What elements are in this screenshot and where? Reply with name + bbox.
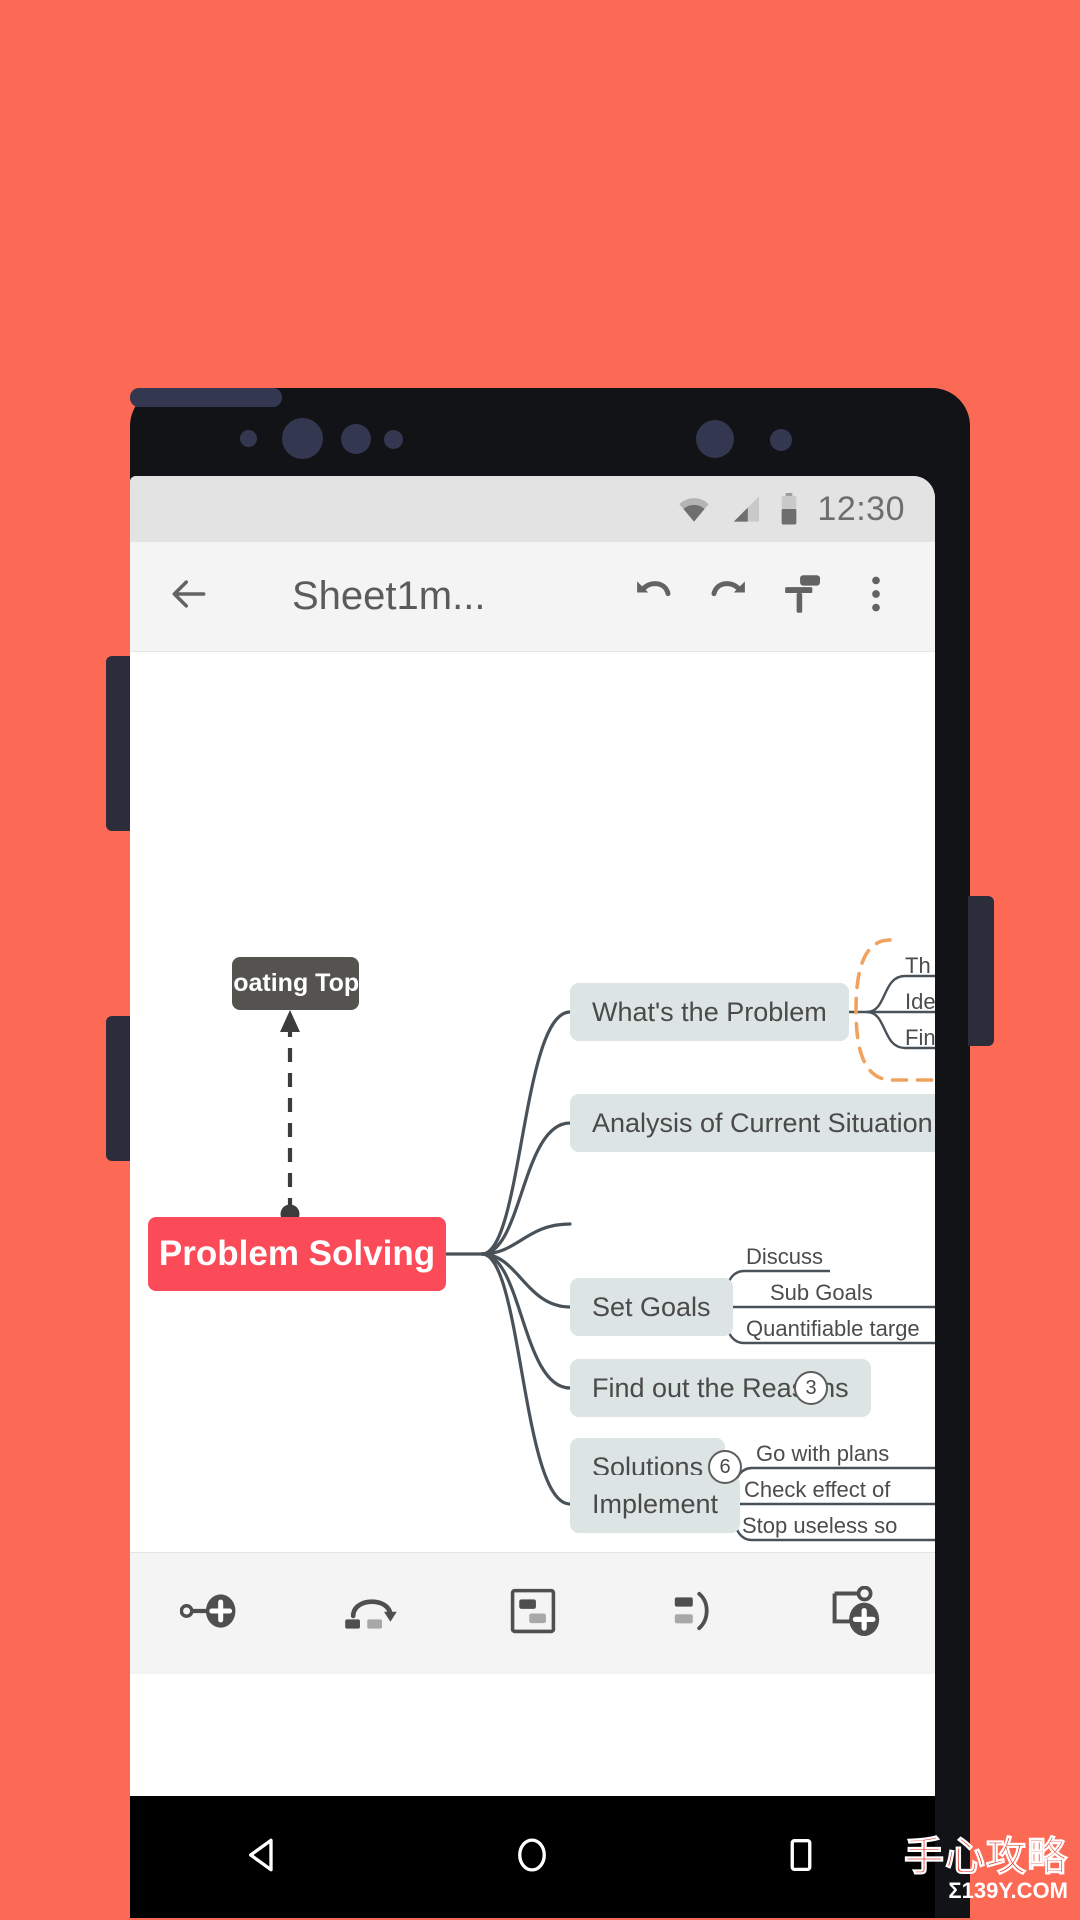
sensor-dot-icon (384, 430, 403, 449)
front-camera-icon (282, 418, 323, 459)
volume-down-button[interactable] (106, 1016, 132, 1161)
format-painter-icon (779, 571, 825, 622)
summary-bracket-icon (668, 1587, 720, 1640)
power-button[interactable] (968, 896, 994, 1046)
node-root-topic[interactable]: Problem Solving (148, 1217, 446, 1291)
sensor-dot-icon (770, 429, 792, 451)
node-branch-set-goals[interactable]: Set Goals (570, 1278, 733, 1336)
node-branch-whats-the-problem[interactable]: What's the Problem (570, 983, 849, 1041)
back-button[interactable] (152, 560, 226, 634)
leaf-label-problem-2[interactable]: Ide (905, 989, 935, 1015)
add-floating-topic-button[interactable] (800, 1568, 910, 1660)
mindmap-canvas[interactable]: Floating Topic Problem Solving What's th… (130, 652, 935, 1674)
leaf-label-problem-1[interactable]: Th (905, 953, 931, 979)
volume-up-button[interactable] (106, 656, 132, 831)
collapsed-count-badge-reasons[interactable]: 3 (794, 1371, 828, 1405)
sensor-dot-icon (240, 430, 257, 447)
app-toolbar: Sheet1m... (130, 542, 935, 652)
android-navigation-bar (130, 1796, 935, 1918)
leaf-label-implement-3[interactable]: Stop useless so (742, 1513, 897, 1539)
status-bar-clock: 12:30 (817, 489, 905, 528)
status-bar: 12:30 (130, 476, 935, 542)
back-arrow-icon (167, 572, 211, 621)
cellular-signal-icon (729, 495, 761, 523)
node-floating-topic[interactable]: Floating Topic (211, 957, 380, 1010)
leaf-label-problem-3[interactable]: Fin (905, 1025, 935, 1051)
page-title: Sheet1m... (292, 574, 486, 618)
add-boundary-button[interactable] (478, 1568, 588, 1660)
leaf-label-set-goals-2[interactable]: Sub Goals (770, 1280, 873, 1306)
nav-home-circle-icon (511, 1834, 553, 1881)
leaf-label-set-goals-1[interactable]: Discuss (746, 1244, 823, 1270)
nav-recents-square-icon (780, 1834, 822, 1881)
add-subtopic-icon (179, 1589, 242, 1638)
sensor-dot-icon (341, 424, 371, 454)
add-subtopic-button[interactable] (156, 1568, 266, 1660)
overflow-menu-icon (857, 572, 895, 621)
nav-home-button[interactable] (472, 1811, 592, 1903)
sensor-dot-icon (696, 420, 734, 458)
bottom-toolbar (130, 1552, 935, 1674)
phone-device-frame: 12:30 Sheet1m... Floating Topic Problem … (106, 388, 994, 1918)
device-sensor-strip (130, 388, 970, 476)
add-floating-topic-icon (827, 1585, 883, 1641)
phone-screen: 12:30 Sheet1m... Floating Topic Problem … (130, 476, 935, 1796)
earpiece-speaker-icon (130, 388, 282, 407)
redo-icon (705, 571, 751, 622)
boundary-box-icon (507, 1586, 559, 1641)
nav-back-button[interactable] (204, 1811, 324, 1903)
add-summary-button[interactable] (639, 1568, 749, 1660)
node-branch-analysis-of-current-situation[interactable]: Analysis of Current Situation (570, 1094, 935, 1152)
leaf-label-implement-1[interactable]: Go with plans (756, 1441, 889, 1467)
nav-back-triangle-icon (243, 1834, 285, 1881)
format-painter-button[interactable] (765, 560, 839, 634)
add-relationship-button[interactable] (317, 1568, 427, 1660)
battery-icon (779, 493, 799, 525)
undo-button[interactable] (617, 560, 691, 634)
nav-recents-button[interactable] (741, 1811, 861, 1903)
node-branch-implement[interactable]: Implement (570, 1475, 741, 1533)
relationship-arrow-icon (342, 1589, 402, 1638)
leaf-label-implement-2[interactable]: Check effect of (744, 1477, 890, 1503)
leaf-label-set-goals-3[interactable]: Quantifiable targe (746, 1316, 920, 1342)
redo-button[interactable] (691, 560, 765, 634)
wifi-icon (677, 495, 711, 523)
collapsed-count-badge-solutions[interactable]: 6 (708, 1450, 742, 1484)
undo-icon (631, 571, 677, 622)
overflow-menu-button[interactable] (839, 560, 913, 634)
